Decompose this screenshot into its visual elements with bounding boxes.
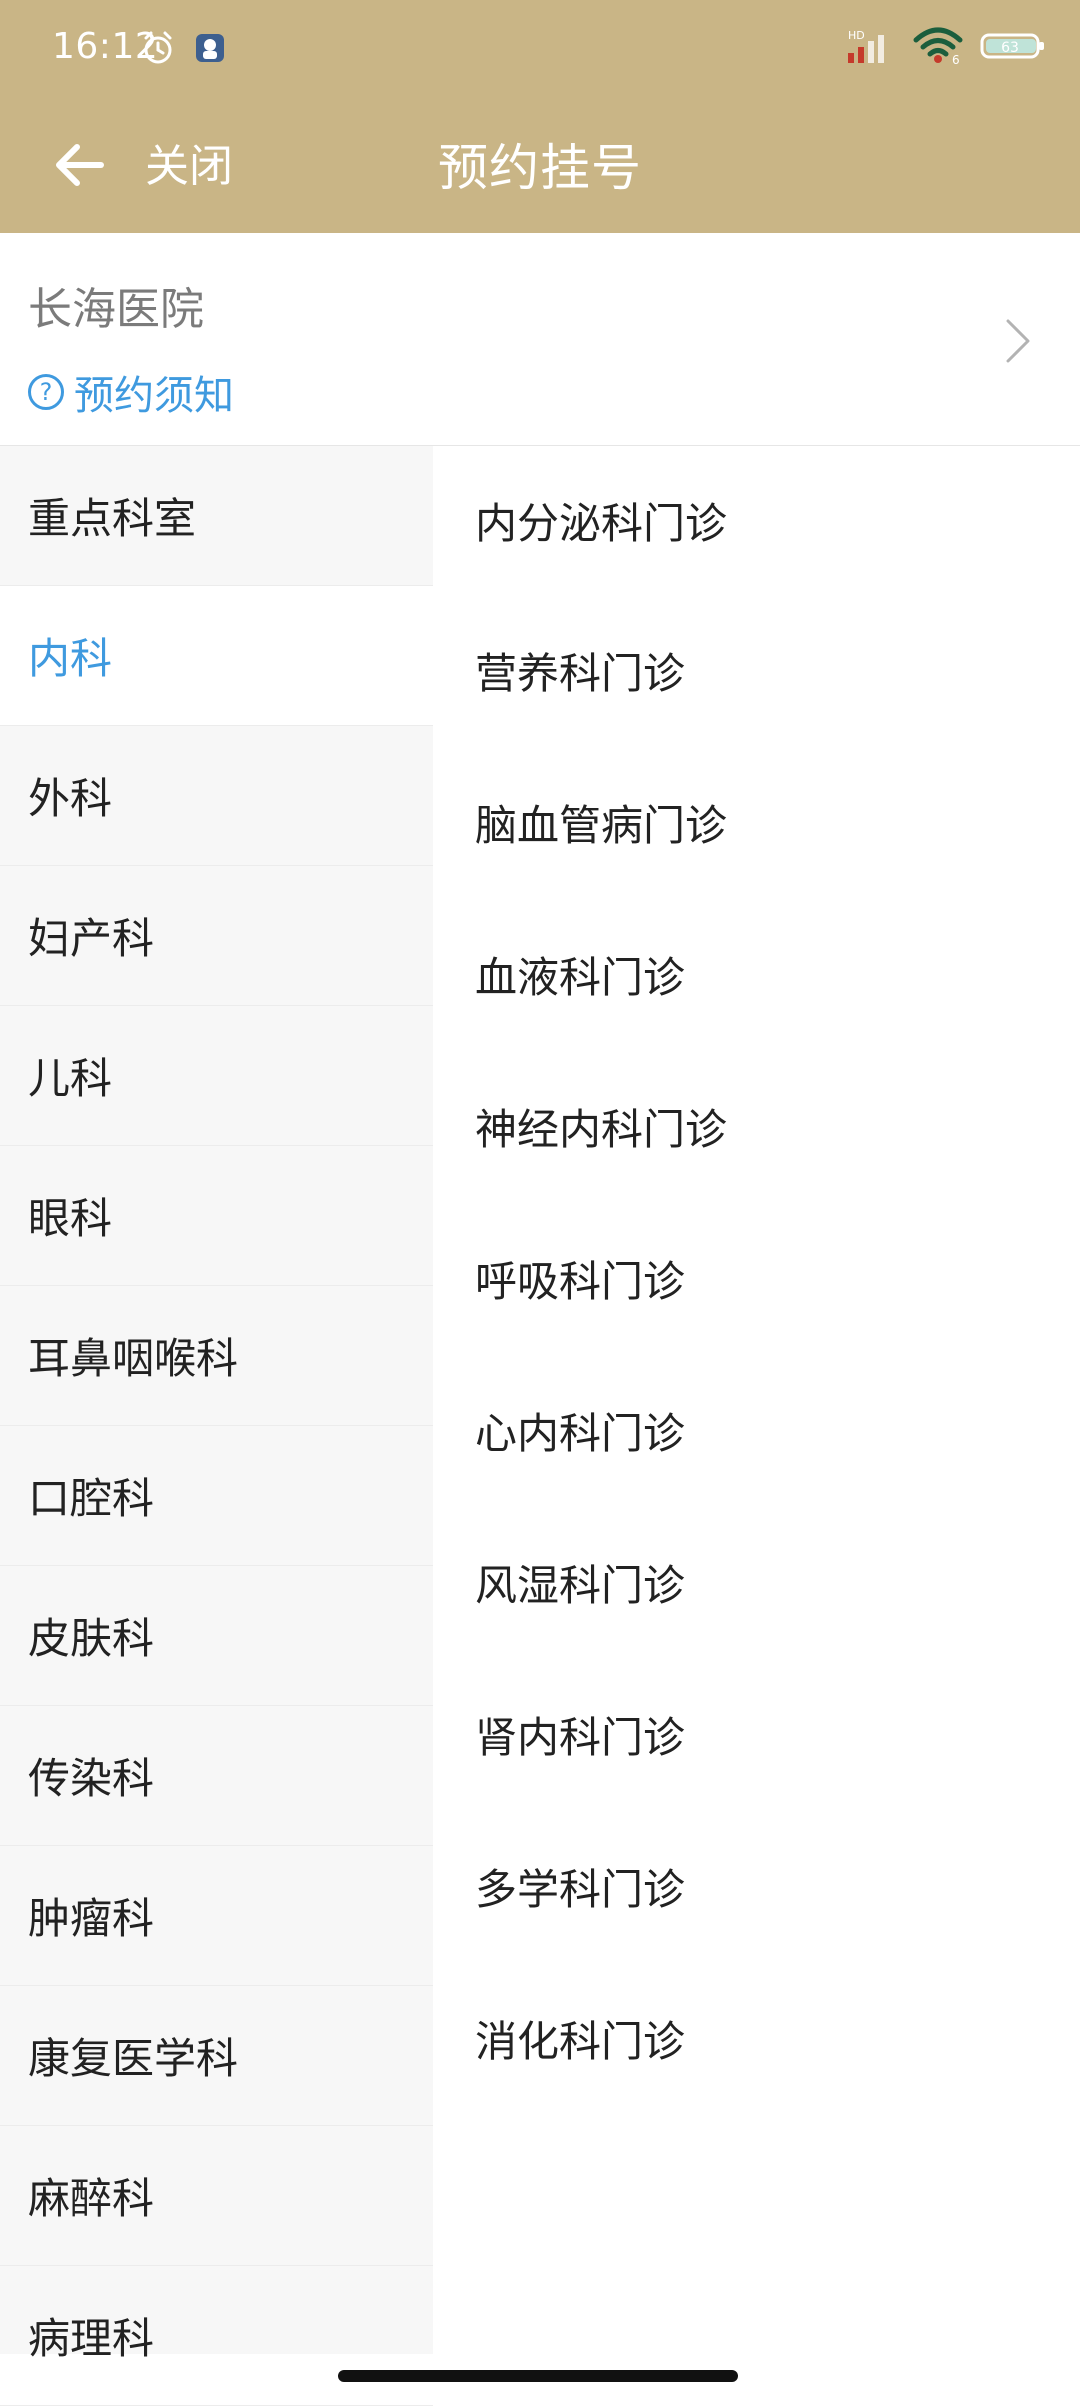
department-list: 重点科室 内科 外科 妇产科 儿科 眼科 耳鼻咽喉科 口腔科 皮肤科 传染科 肿… — [0, 446, 433, 2406]
department-label: 眼科 — [28, 1194, 113, 1243]
app-notification-icon — [194, 32, 226, 68]
clinic-item[interactable]: 肾内科门诊 — [433, 1658, 1080, 1810]
network-label: HD — [848, 29, 865, 42]
page-title: 预约挂号 — [438, 139, 642, 197]
clinic-item[interactable]: 呼吸科门诊 — [433, 1202, 1080, 1354]
clinic-item[interactable]: 营养科门诊 — [433, 594, 1080, 746]
nav-bar: 关闭 预约挂号 — [0, 100, 1080, 233]
clinic-label: 营养科门诊 — [475, 648, 686, 698]
department-label: 肿瘤科 — [28, 1894, 155, 1943]
clinic-item[interactable]: 多学科门诊 — [433, 1810, 1080, 1962]
clinic-item[interactable]: 心内科门诊 — [433, 1354, 1080, 1506]
department-label: 外科 — [28, 774, 113, 823]
chevron-right-icon — [996, 311, 1040, 371]
clinic-label: 风湿科门诊 — [475, 1560, 686, 1610]
wifi-icon: 6 — [912, 26, 964, 70]
department-item[interactable]: 病理科 — [0, 2266, 433, 2406]
clinic-label: 心内科门诊 — [475, 1408, 686, 1458]
department-item[interactable]: 妇产科 — [0, 866, 433, 1006]
question-icon: ? — [28, 374, 64, 410]
clinic-item[interactable]: 脑血管病门诊 — [433, 746, 1080, 898]
department-label: 皮肤科 — [28, 1614, 155, 1663]
department-label: 内科 — [28, 634, 113, 683]
department-item[interactable]: 康复医学科 — [0, 1986, 433, 2126]
department-item[interactable]: 眼科 — [0, 1146, 433, 1286]
clinic-label: 消化科门诊 — [475, 2016, 686, 2066]
hospital-header[interactable]: 长海医院 ? 预约须知 — [0, 233, 1080, 446]
clinic-label: 血液科门诊 — [475, 952, 686, 1002]
status-left-icons — [140, 30, 226, 70]
department-item[interactable]: 耳鼻咽喉科 — [0, 1286, 433, 1426]
status-right-icons: HD 6 63 — [846, 26, 1046, 70]
clinic-label: 脑血管病门诊 — [475, 800, 728, 850]
department-label: 妇产科 — [28, 914, 155, 963]
wifi-label: 6 — [952, 53, 960, 66]
top-bar: 16:12 HD 6 63 关闭 预约挂号 — [0, 0, 1080, 233]
department-item[interactable]: 肿瘤科 — [0, 1846, 433, 1986]
battery-icon: 63 — [980, 31, 1046, 65]
appointment-notice-label: 预约须知 — [74, 373, 234, 419]
clinic-item[interactable]: 内分泌科门诊 — [433, 446, 1080, 594]
department-item-active[interactable]: 内科 — [0, 586, 433, 726]
hospital-name: 长海医院 — [28, 284, 204, 335]
department-item[interactable]: 皮肤科 — [0, 1566, 433, 1706]
clinic-item[interactable]: 血液科门诊 — [433, 898, 1080, 1050]
home-indicator[interactable] — [338, 2370, 738, 2382]
alarm-icon — [140, 30, 176, 70]
clinic-item[interactable]: 消化科门诊 — [433, 1962, 1080, 2114]
department-area: 重点科室 内科 外科 妇产科 儿科 眼科 耳鼻咽喉科 口腔科 皮肤科 传染科 肿… — [0, 446, 1080, 2406]
department-label: 病理科 — [28, 2314, 155, 2363]
department-item[interactable]: 口腔科 — [0, 1426, 433, 1566]
department-item[interactable]: 麻醉科 — [0, 2126, 433, 2266]
clinic-label: 内分泌科门诊 — [475, 498, 728, 548]
department-label: 口腔科 — [28, 1474, 155, 1523]
department-item[interactable]: 传染科 — [0, 1706, 433, 1846]
signal-icon: HD — [846, 27, 896, 69]
department-item[interactable]: 外科 — [0, 726, 433, 866]
clinic-list: 内分泌科门诊 营养科门诊 脑血管病门诊 血液科门诊 神经内科门诊 呼吸科门诊 心… — [433, 446, 1080, 2354]
appointment-notice-link[interactable]: ? 预约须知 — [28, 363, 234, 421]
department-label: 耳鼻咽喉科 — [28, 1334, 239, 1383]
department-label: 儿科 — [28, 1054, 113, 1103]
clinic-label: 肾内科门诊 — [475, 1712, 686, 1762]
department-label: 康复医学科 — [28, 2034, 239, 2083]
clinic-item[interactable]: 神经内科门诊 — [433, 1050, 1080, 1202]
department-item[interactable]: 儿科 — [0, 1006, 433, 1146]
clinic-label: 呼吸科门诊 — [475, 1256, 686, 1306]
department-label: 传染科 — [28, 1754, 155, 1803]
clinic-label: 神经内科门诊 — [475, 1104, 728, 1154]
clinic-item[interactable]: 风湿科门诊 — [433, 1506, 1080, 1658]
department-label: 麻醉科 — [28, 2174, 155, 2223]
battery-level: 63 — [1001, 40, 1019, 56]
clinic-label: 多学科门诊 — [475, 1864, 686, 1914]
status-bar: 16:12 HD 6 63 — [0, 0, 1080, 100]
department-item[interactable]: 重点科室 — [0, 446, 433, 586]
department-label: 重点科室 — [28, 494, 197, 543]
